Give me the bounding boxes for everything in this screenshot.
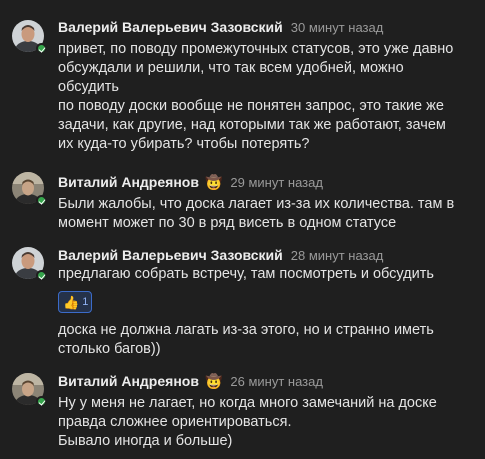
online-status-icon [36, 270, 47, 281]
cowboy-emoji-icon[interactable]: 🤠 [205, 374, 222, 388]
message-header: Виталий Андреянов 🤠 29 минут назад [58, 172, 323, 192]
reaction-thumbs-up-button[interactable]: 👍 1 [58, 291, 92, 313]
avatar[interactable] [12, 373, 47, 407]
message-line: предлагаю собрать встречу, там посмотрет… [58, 266, 434, 282]
message-line: момент может по 30 в ряд висеть в одном … [58, 215, 397, 231]
timestamp[interactable]: 30 минут назад [291, 20, 384, 35]
avatar[interactable] [12, 247, 47, 281]
author-name[interactable]: Виталий Андреянов [58, 174, 199, 190]
online-status-icon [36, 43, 47, 54]
message-text: предлагаю собрать встречу, там посмотрет… [58, 265, 478, 284]
timestamp[interactable]: 28 минут назад [291, 248, 384, 263]
timestamp[interactable]: 26 минут назад [230, 374, 323, 389]
message-text: Ну у меня не лагает, но когда много заме… [58, 394, 478, 451]
message-text: привет, по поводу промежуточных статусов… [58, 40, 478, 154]
thumbs-up-icon: 👍 [63, 294, 80, 310]
timestamp[interactable]: 29 минут назад [230, 175, 323, 190]
message-line: Были жалобы, что доска лагает из-за их к… [58, 196, 455, 212]
avatar[interactable] [12, 172, 47, 206]
message-line: столько багов)) [58, 341, 161, 357]
message-line: Бывало иногда и больше) [58, 433, 233, 449]
message-line: обсуждали и решили, что так всем удобней… [58, 60, 404, 76]
message-header: Виталий Андреянов 🤠 26 минут назад [58, 371, 323, 391]
online-status-icon [36, 396, 47, 407]
message-line: правда сложнее ориентироваться. [58, 414, 292, 430]
message-line: их куда-то убирать? чтобы потерять? [58, 136, 310, 152]
message-line: по поводу доски вообще не понятен запрос… [58, 98, 444, 114]
online-status-icon [36, 195, 47, 206]
message-header: Валерий Валерьевич Зазовский 30 минут на… [58, 17, 383, 37]
author-name[interactable]: Валерий Валерьевич Зазовский [58, 19, 283, 35]
message-text: доска не должна лагать из-за этого, но и… [58, 321, 478, 359]
author-name[interactable]: Виталий Андреянов [58, 373, 199, 389]
message-header: Валерий Валерьевич Зазовский 28 минут на… [58, 245, 383, 265]
reaction-count: 1 [82, 296, 89, 308]
message-line: доска не должна лагать из-за этого, но и… [58, 322, 434, 338]
avatar[interactable] [12, 20, 47, 54]
message-line: обсудить [58, 79, 119, 95]
author-name[interactable]: Валерий Валерьевич Зазовский [58, 247, 283, 263]
message-line: задачи, как другие, над которыми так же … [58, 117, 446, 133]
message-line: привет, по поводу промежуточных статусов… [58, 41, 454, 57]
cowboy-emoji-icon[interactable]: 🤠 [205, 175, 222, 189]
message-line: Ну у меня не лагает, но когда много заме… [58, 395, 437, 411]
message-text: Были жалобы, что доска лагает из-за их к… [58, 195, 478, 233]
